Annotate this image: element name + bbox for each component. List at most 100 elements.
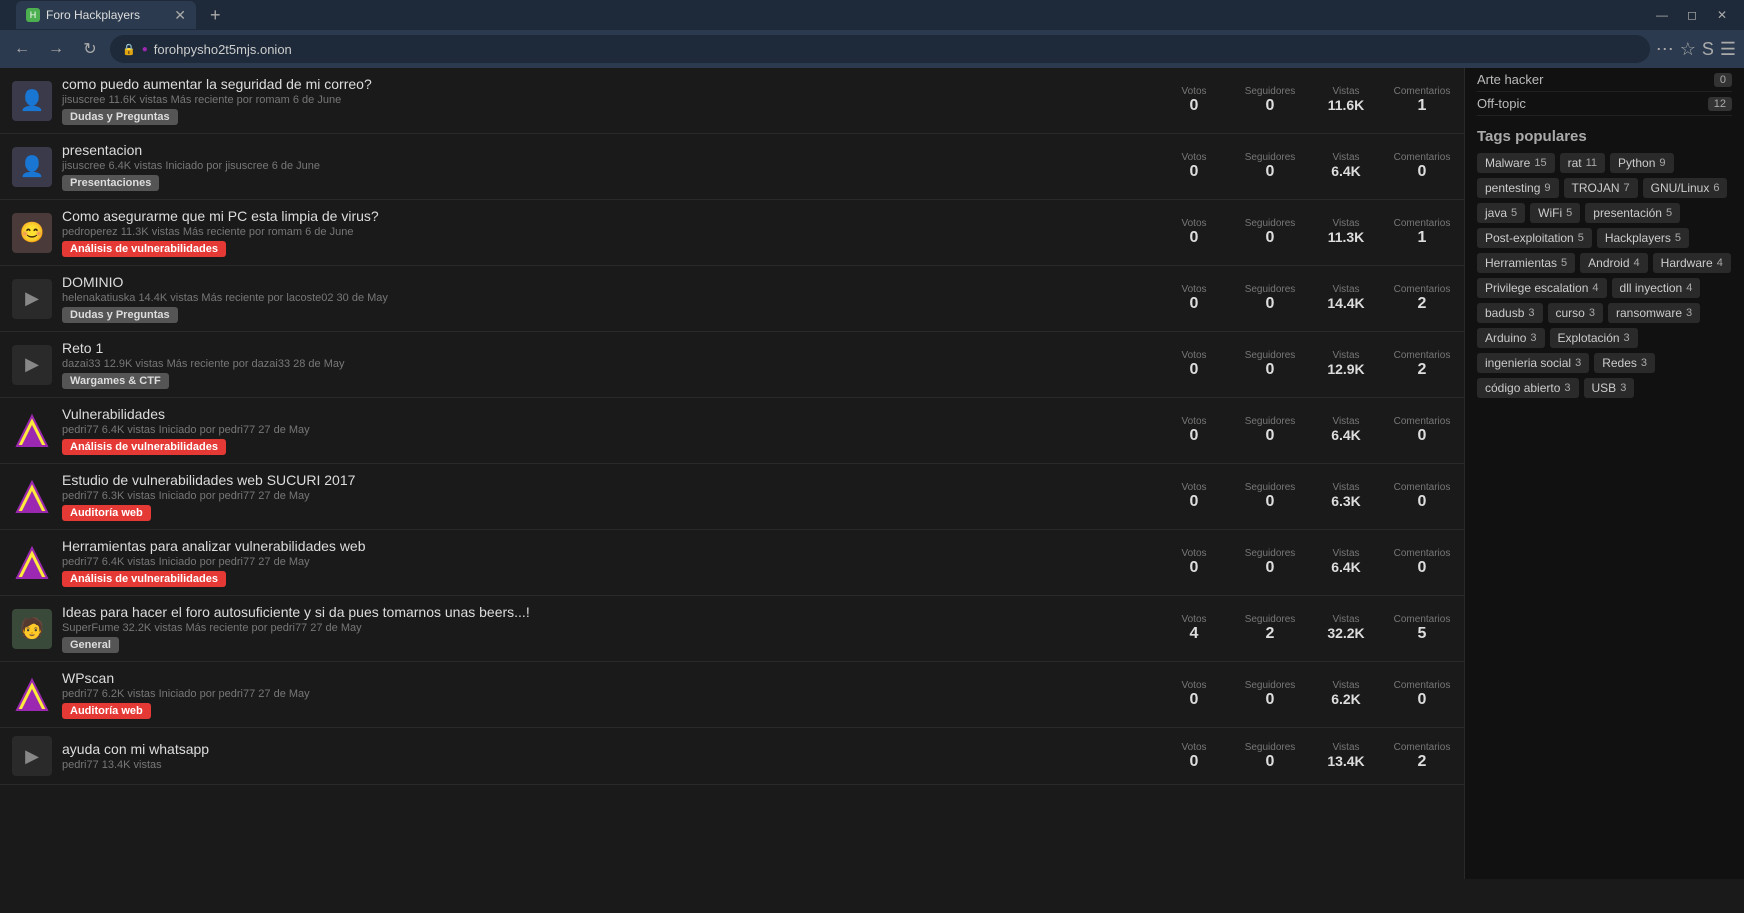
popular-tag[interactable]: Hackplayers 5 (1597, 228, 1689, 248)
bookmark-button[interactable]: ☆ (1680, 39, 1696, 60)
thread-title[interactable]: como puedo aumentar la seguridad de mi c… (62, 76, 1154, 92)
thread-title[interactable]: Reto 1 (62, 340, 1154, 356)
avatar (12, 543, 52, 583)
thread-info: Como asegurarme que mi PC esta limpia de… (62, 208, 1154, 257)
popular-tag[interactable]: USB 3 (1584, 378, 1635, 398)
thread-title[interactable]: Estudio de vulnerabilidades web SUCURI 2… (62, 472, 1154, 488)
thread-item[interactable]: 👤como puedo aumentar la seguridad de mi … (0, 68, 1464, 134)
popular-tag[interactable]: GNU/Linux 6 (1643, 178, 1728, 198)
thread-info: ayuda con mi whatsapppedri77 13.4K vista… (62, 741, 1154, 771)
popular-tag[interactable]: Explotación 3 (1550, 328, 1638, 348)
thread-tag[interactable]: Análisis de vulnerabilidades (62, 439, 226, 455)
popular-tag[interactable]: Malware 15 (1477, 153, 1555, 173)
popular-tag[interactable]: dll inyection 4 (1612, 278, 1701, 298)
thread-meta: pedri77 6.4K vistas Iniciado por pedri77… (62, 424, 1154, 436)
popular-tag[interactable]: Android 4 (1580, 253, 1648, 273)
active-tab[interactable]: H Foro Hackplayers ✕ (16, 1, 196, 29)
forward-button[interactable]: → (42, 35, 70, 63)
thread-tag[interactable]: Auditoría web (62, 703, 151, 719)
popular-tag[interactable]: TROJAN 7 (1564, 178, 1638, 198)
thread-item[interactable]: ▶DOMINIOhelenakatiuska 14.4K vistas Más … (0, 266, 1464, 332)
stat-col: Seguidores0 (1240, 680, 1300, 709)
popular-tag[interactable]: pentesting 9 (1477, 178, 1559, 198)
thread-item[interactable]: WPscan pedri77 6.2K vistas Iniciado por p… (0, 662, 1464, 728)
thread-title[interactable]: Herramientas para analizar vulnerabilida… (62, 538, 1154, 554)
back-button[interactable]: ← (8, 35, 36, 63)
thread-title[interactable]: Vulnerabilidades (62, 406, 1154, 422)
thread-item[interactable]: ▶Reto 1dazai33 12.9K vistas Más reciente… (0, 332, 1464, 398)
tag-label: USB (1592, 381, 1617, 395)
thread-title[interactable]: DOMINIO (62, 274, 1154, 290)
tab-bar: H Foro Hackplayers ✕ + (8, 0, 1642, 30)
thread-item[interactable]: Estudio de vulnerabilidades web SUCURI 2… (0, 464, 1464, 530)
tag-label: Privilege escalation (1485, 281, 1588, 295)
popular-tag[interactable]: Herramientas 5 (1477, 253, 1575, 273)
tab-close-btn[interactable]: ✕ (174, 7, 186, 24)
address-bar-container[interactable]: 🔒 ● forohpysho2t5mjs.onion (110, 35, 1650, 63)
thread-item[interactable]: Herramientas para analizar vulnerabilida… (0, 530, 1464, 596)
thread-tag[interactable]: Dudas y Preguntas (62, 109, 178, 125)
thread-title[interactable]: Como asegurarme que mi PC esta limpia de… (62, 208, 1154, 224)
popular-tag[interactable]: ingenieria social 3 (1477, 353, 1589, 373)
popular-tag[interactable]: ransomware 3 (1608, 303, 1700, 323)
thread-tag[interactable]: Análisis de vulnerabilidades (62, 571, 226, 587)
thread-tag[interactable]: Análisis de vulnerabilidades (62, 241, 226, 257)
new-tab-button[interactable]: + (204, 5, 227, 26)
thread-stats: Votos0Seguidores0Vistas11.6KComentarios1 (1164, 86, 1452, 115)
popular-tag[interactable]: Privilege escalation 4 (1477, 278, 1607, 298)
popular-tag[interactable]: Arduino 3 (1477, 328, 1545, 348)
thread-meta: pedri77 6.2K vistas Iniciado por pedri77… (62, 688, 1154, 700)
popular-tag[interactable]: código abierto 3 (1477, 378, 1579, 398)
thread-tag[interactable]: Dudas y Preguntas (62, 307, 178, 323)
thread-tag[interactable]: Auditoría web (62, 505, 151, 521)
stat-col: Vistas6.4K (1316, 152, 1376, 181)
popular-tag[interactable]: java 5 (1477, 203, 1525, 223)
minimize-button[interactable]: — (1648, 1, 1676, 29)
tag-label: Arduino (1485, 331, 1526, 345)
sidebar-category-item[interactable]: Arte hacker0 (1477, 68, 1732, 92)
avatar (12, 411, 52, 451)
thread-item[interactable]: Vulnerabilidades pedri77 6.4K vistas Inic… (0, 398, 1464, 464)
tag-label: Hardware (1661, 256, 1713, 270)
thread-item[interactable]: 🧑Ideas para hacer el foro autosuficiente… (0, 596, 1464, 662)
popular-tag[interactable]: curso 3 (1548, 303, 1603, 323)
tag-label: WiFi (1538, 206, 1562, 220)
hamburger-menu-button[interactable]: ☰ (1720, 39, 1736, 60)
popular-tag[interactable]: Post-exploitation 5 (1477, 228, 1592, 248)
stat-col: Comentarios1 (1392, 86, 1452, 115)
thread-title[interactable]: presentacion (62, 142, 1154, 158)
thread-stats: Votos0Seguidores0Vistas11.3KComentarios1 (1164, 218, 1452, 247)
close-button[interactable]: ✕ (1708, 1, 1736, 29)
popular-tag[interactable]: Python 9 (1610, 153, 1673, 173)
stat-col: Comentarios0 (1392, 482, 1452, 511)
popular-tag[interactable]: presentación 5 (1585, 203, 1680, 223)
stat-col: Vistas6.4K (1316, 548, 1376, 577)
thread-info: Reto 1dazai33 12.9K vistas Más reciente … (62, 340, 1154, 389)
tag-count: 4 (1686, 282, 1692, 294)
popular-tag[interactable]: WiFi 5 (1530, 203, 1580, 223)
reload-button[interactable]: ↻ (76, 35, 104, 63)
popular-tag[interactable]: Redes 3 (1594, 353, 1655, 373)
thread-title[interactable]: Ideas para hacer el foro autosuficiente … (62, 604, 1154, 620)
thread-tag[interactable]: Wargames & CTF (62, 373, 169, 389)
thread-item[interactable]: ▶ayuda con mi whatsapppedri77 13.4K vist… (0, 728, 1464, 785)
thread-item[interactable]: 😊Como asegurarme que mi PC esta limpia d… (0, 200, 1464, 266)
thread-title[interactable]: WPscan (62, 670, 1154, 686)
thread-tag[interactable]: General (62, 637, 119, 653)
thread-tag[interactable]: Presentaciones (62, 175, 159, 191)
tag-label: Hackplayers (1605, 231, 1671, 245)
popular-tag[interactable]: badusb 3 (1477, 303, 1543, 323)
popular-tag[interactable]: rat 11 (1560, 153, 1605, 173)
restore-button[interactable]: ◻ (1678, 1, 1706, 29)
thread-meta: pedri77 6.4K vistas Iniciado por pedri77… (62, 556, 1154, 568)
tag-count: 4 (1717, 257, 1723, 269)
thread-item[interactable]: 👤presentacionjisuscree 6.4K vistas Inici… (0, 134, 1464, 200)
more-options-button[interactable]: ⋯ (1656, 39, 1674, 60)
tag-label: ingenieria social (1485, 356, 1571, 370)
stat-col: Comentarios2 (1392, 284, 1452, 313)
avatar: ▶ (12, 345, 52, 385)
sidebar-category-item[interactable]: Off-topic12 (1477, 92, 1732, 116)
popular-tag[interactable]: Hardware 4 (1653, 253, 1731, 273)
profile-button[interactable]: S (1702, 39, 1714, 60)
thread-title[interactable]: ayuda con mi whatsapp (62, 741, 1154, 757)
